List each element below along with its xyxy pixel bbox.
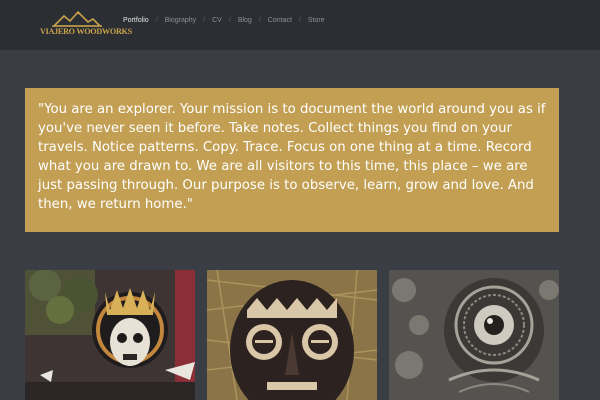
nav-item-portfolio[interactable]: Portfolio	[123, 17, 149, 24]
nav-separator: /	[258, 16, 261, 24]
gallery-tile-eye-drawing[interactable]	[389, 270, 559, 400]
site-header: VIAJERO WOODWORKS Portfolio / Biography …	[0, 0, 600, 50]
nav-item-contact[interactable]: Contact	[268, 17, 292, 24]
nav-item-biography[interactable]: Biography	[165, 17, 197, 24]
gallery-tile-mask[interactable]	[207, 270, 377, 400]
quote-text: "You are an explorer. Your mission is to…	[38, 102, 546, 212]
main-nav: Portfolio / Biography / CV / Blog / Cont…	[123, 14, 325, 26]
nav-item-store[interactable]: Store	[308, 17, 325, 24]
nav-item-cv[interactable]: CV	[212, 17, 222, 24]
mountain-logo-icon	[52, 10, 102, 27]
nav-separator: /	[298, 16, 301, 24]
gallery-tile-skull-mural[interactable]	[25, 270, 195, 400]
eye-drawing-image	[389, 270, 559, 400]
mask-image	[207, 270, 377, 400]
skull-mural-image	[25, 270, 195, 400]
nav-item-blog[interactable]: Blog	[238, 17, 252, 24]
logo-wordmark: VIAJERO WOODWORKS	[40, 27, 132, 36]
nav-separator: /	[228, 16, 231, 24]
site-logo[interactable]: VIAJERO WOODWORKS	[40, 10, 132, 40]
nav-separator: /	[203, 16, 206, 24]
quote-block: "You are an explorer. Your mission is to…	[25, 88, 559, 232]
nav-separator: /	[155, 16, 158, 24]
